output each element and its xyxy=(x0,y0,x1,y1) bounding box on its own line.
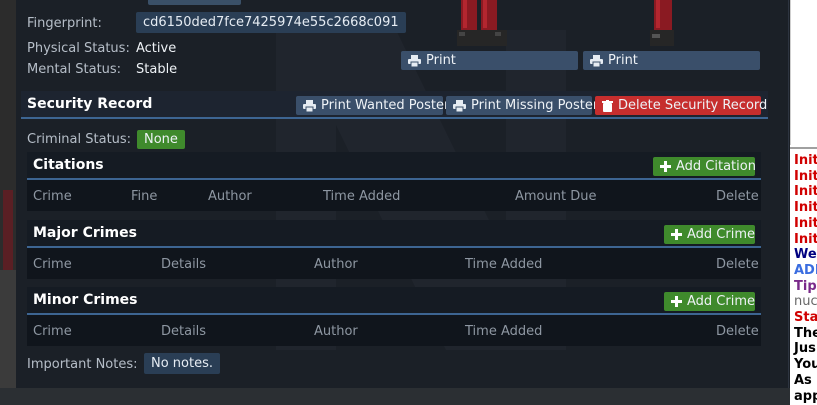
print-front-label: Print xyxy=(426,53,456,68)
printer-icon xyxy=(590,54,603,67)
plus-icon xyxy=(671,229,682,240)
add-minor-crime-label: Add Crime xyxy=(687,294,755,309)
chat-log: InitInitInitInitInitInitWeADITipnucStaTh… xyxy=(794,153,817,404)
print-wanted-poster-label: Print Wanted Poster xyxy=(321,98,450,113)
citations-table: Citations Crime Fine Author Time Added A… xyxy=(27,152,761,211)
col-time-added: Time Added xyxy=(465,257,543,272)
print-wanted-poster-button[interactable]: Print Wanted Poster xyxy=(296,96,449,115)
print-front-button[interactable]: Print xyxy=(401,51,578,70)
minor-crimes-header: Minor Crimes xyxy=(27,287,761,315)
chat-line: The xyxy=(794,325,817,341)
print-missing-poster-button[interactable]: Print Missing Poster xyxy=(446,96,598,115)
col-crime: Crime xyxy=(33,324,72,339)
add-minor-crime-button[interactable]: Add Crime xyxy=(664,292,755,311)
character-sprite-side xyxy=(650,0,674,46)
chat-line: Jus xyxy=(794,341,816,357)
minor-crimes-title: Minor Crimes xyxy=(33,292,138,308)
col-delete: Delete xyxy=(716,324,759,339)
game-backdrop-left xyxy=(0,0,16,405)
chat-line: Sta xyxy=(794,310,817,326)
chat-line: Init xyxy=(794,168,817,184)
character-sprite-front xyxy=(457,0,507,46)
plus-icon xyxy=(671,296,682,307)
security-record-title: Security Record xyxy=(27,96,153,112)
citations-title: Citations xyxy=(33,157,104,173)
mental-status-value[interactable]: Stable xyxy=(136,62,177,77)
physical-status-value[interactable]: Active xyxy=(136,41,176,56)
records-window: Fingerprint: cd6150ded7fce7425974e55c266… xyxy=(16,0,790,388)
col-details: Details xyxy=(161,257,207,272)
trash-icon xyxy=(602,99,613,112)
col-author: Author xyxy=(208,189,252,204)
fingerprint-label: Fingerprint: xyxy=(27,16,102,31)
printer-icon xyxy=(408,54,421,67)
chat-line: You xyxy=(794,357,817,373)
chat-line: Init xyxy=(794,215,817,231)
backdrop-stripe xyxy=(3,190,13,270)
print-missing-poster-label: Print Missing Poster xyxy=(471,98,599,113)
add-major-crime-button[interactable]: Add Crime xyxy=(664,225,755,244)
game-backdrop-bottom xyxy=(0,388,790,405)
mental-status-label: Mental Status: xyxy=(27,62,122,77)
major-crimes-columns: Crime Details Author Time Added Delete xyxy=(27,248,761,278)
chat-divider xyxy=(790,147,817,149)
criminal-status-value[interactable]: None xyxy=(137,130,185,149)
col-delete: Delete xyxy=(716,257,759,272)
col-details: Details xyxy=(161,324,207,339)
printer-icon xyxy=(453,99,466,112)
col-delete: Delete xyxy=(716,189,759,204)
col-amount-due: Amount Due xyxy=(515,189,597,204)
col-crime: Crime xyxy=(33,257,72,272)
backdrop-panel xyxy=(0,270,16,405)
chat-line: Init xyxy=(794,184,817,200)
col-time-added: Time Added xyxy=(323,189,401,204)
col-fine: Fine xyxy=(131,189,158,204)
chat-line: nuc xyxy=(794,294,817,310)
citations-columns: Crime Fine Author Time Added Amount Due … xyxy=(27,180,761,210)
col-author: Author xyxy=(314,324,358,339)
plus-icon xyxy=(660,161,671,172)
printer-icon xyxy=(303,99,316,112)
chat-line: Init xyxy=(794,200,817,216)
print-side-button[interactable]: Print xyxy=(583,51,760,70)
physical-status-label: Physical Status: xyxy=(27,41,130,56)
add-citation-label: Add Citation xyxy=(676,159,756,174)
chat-line: Tip xyxy=(794,278,817,294)
chat-line: We xyxy=(794,247,817,263)
chat-panel: InitInitInitInitInitInitWeADITipnucStaTh… xyxy=(790,0,817,405)
important-notes-value[interactable]: No notes. xyxy=(144,353,221,374)
add-major-crime-label: Add Crime xyxy=(687,227,755,242)
col-crime: Crime xyxy=(33,189,72,204)
delete-security-record-button[interactable]: Delete Security Record xyxy=(595,96,767,115)
important-notes-label: Important Notes: xyxy=(27,357,138,372)
minor-crimes-table: Minor Crimes Crime Details Author Time A… xyxy=(27,287,761,346)
major-crimes-title: Major Crimes xyxy=(33,225,137,241)
delete-security-record-label: Delete Security Record xyxy=(618,98,768,113)
minor-crimes-columns: Crime Details Author Time Added Delete xyxy=(27,315,761,345)
chat-line: ADI xyxy=(794,262,817,278)
col-author: Author xyxy=(314,257,358,272)
chat-line: As xyxy=(794,372,812,388)
add-citation-button[interactable]: Add Citation xyxy=(653,157,756,176)
criminal-status-label: Criminal Status: xyxy=(27,132,132,147)
major-crimes-table: Major Crimes Crime Details Author Time A… xyxy=(27,220,761,279)
chat-input-area[interactable] xyxy=(790,0,817,145)
print-side-label: Print xyxy=(608,53,638,68)
major-crimes-header: Major Crimes xyxy=(27,220,761,248)
col-time-added: Time Added xyxy=(465,324,543,339)
chat-line: app xyxy=(794,388,817,404)
top-partial-button[interactable] xyxy=(148,0,241,5)
fingerprint-value[interactable]: cd6150ded7fce7425974e55c2668c091 xyxy=(136,12,406,33)
chat-line: Init xyxy=(794,153,817,168)
chat-line: Init xyxy=(794,231,817,247)
citations-header: Citations xyxy=(27,152,761,180)
